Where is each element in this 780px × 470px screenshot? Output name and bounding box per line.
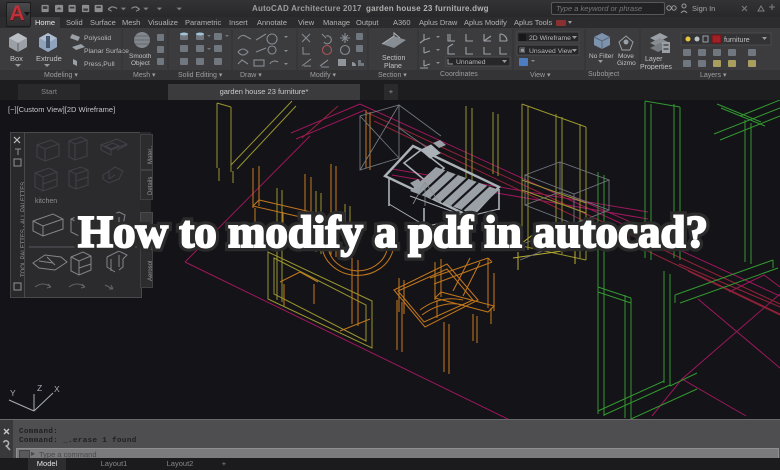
svg-text:Gizmo: Gizmo	[617, 60, 636, 67]
svg-text:X: X	[54, 384, 60, 394]
svg-text:Plane: Plane	[384, 63, 402, 70]
svg-text:Z: Z	[37, 383, 42, 393]
svg-text:Move: Move	[618, 53, 634, 60]
svg-text:Y: Y	[10, 388, 16, 398]
svg-text:Smooth: Smooth	[129, 53, 152, 60]
svg-text:Unsaved View: Unsaved View	[529, 48, 572, 55]
svg-text:Press,Pull: Press,Pull	[84, 61, 115, 68]
svg-text:Properties: Properties	[640, 64, 672, 70]
svg-text:Unnamed: Unnamed	[456, 59, 486, 66]
svg-text:Extrude: Extrude	[36, 54, 62, 63]
svg-text:Box: Box	[10, 54, 23, 63]
svg-text:No Filter: No Filter	[589, 53, 614, 60]
svg-text:Sign In: Sign In	[692, 4, 715, 13]
svg-text:Section: Section	[382, 55, 405, 62]
svg-text:Object: Object	[131, 60, 150, 67]
svg-text:Polysolid: Polysolid	[84, 35, 111, 42]
svg-text:furniture: furniture	[724, 37, 750, 44]
svg-text:▣: ▣	[519, 47, 526, 54]
svg-text:kitchen: kitchen	[35, 198, 57, 205]
svg-text:Layer: Layer	[645, 56, 663, 63]
svg-text:2D Wireframe: 2D Wireframe	[529, 35, 571, 42]
